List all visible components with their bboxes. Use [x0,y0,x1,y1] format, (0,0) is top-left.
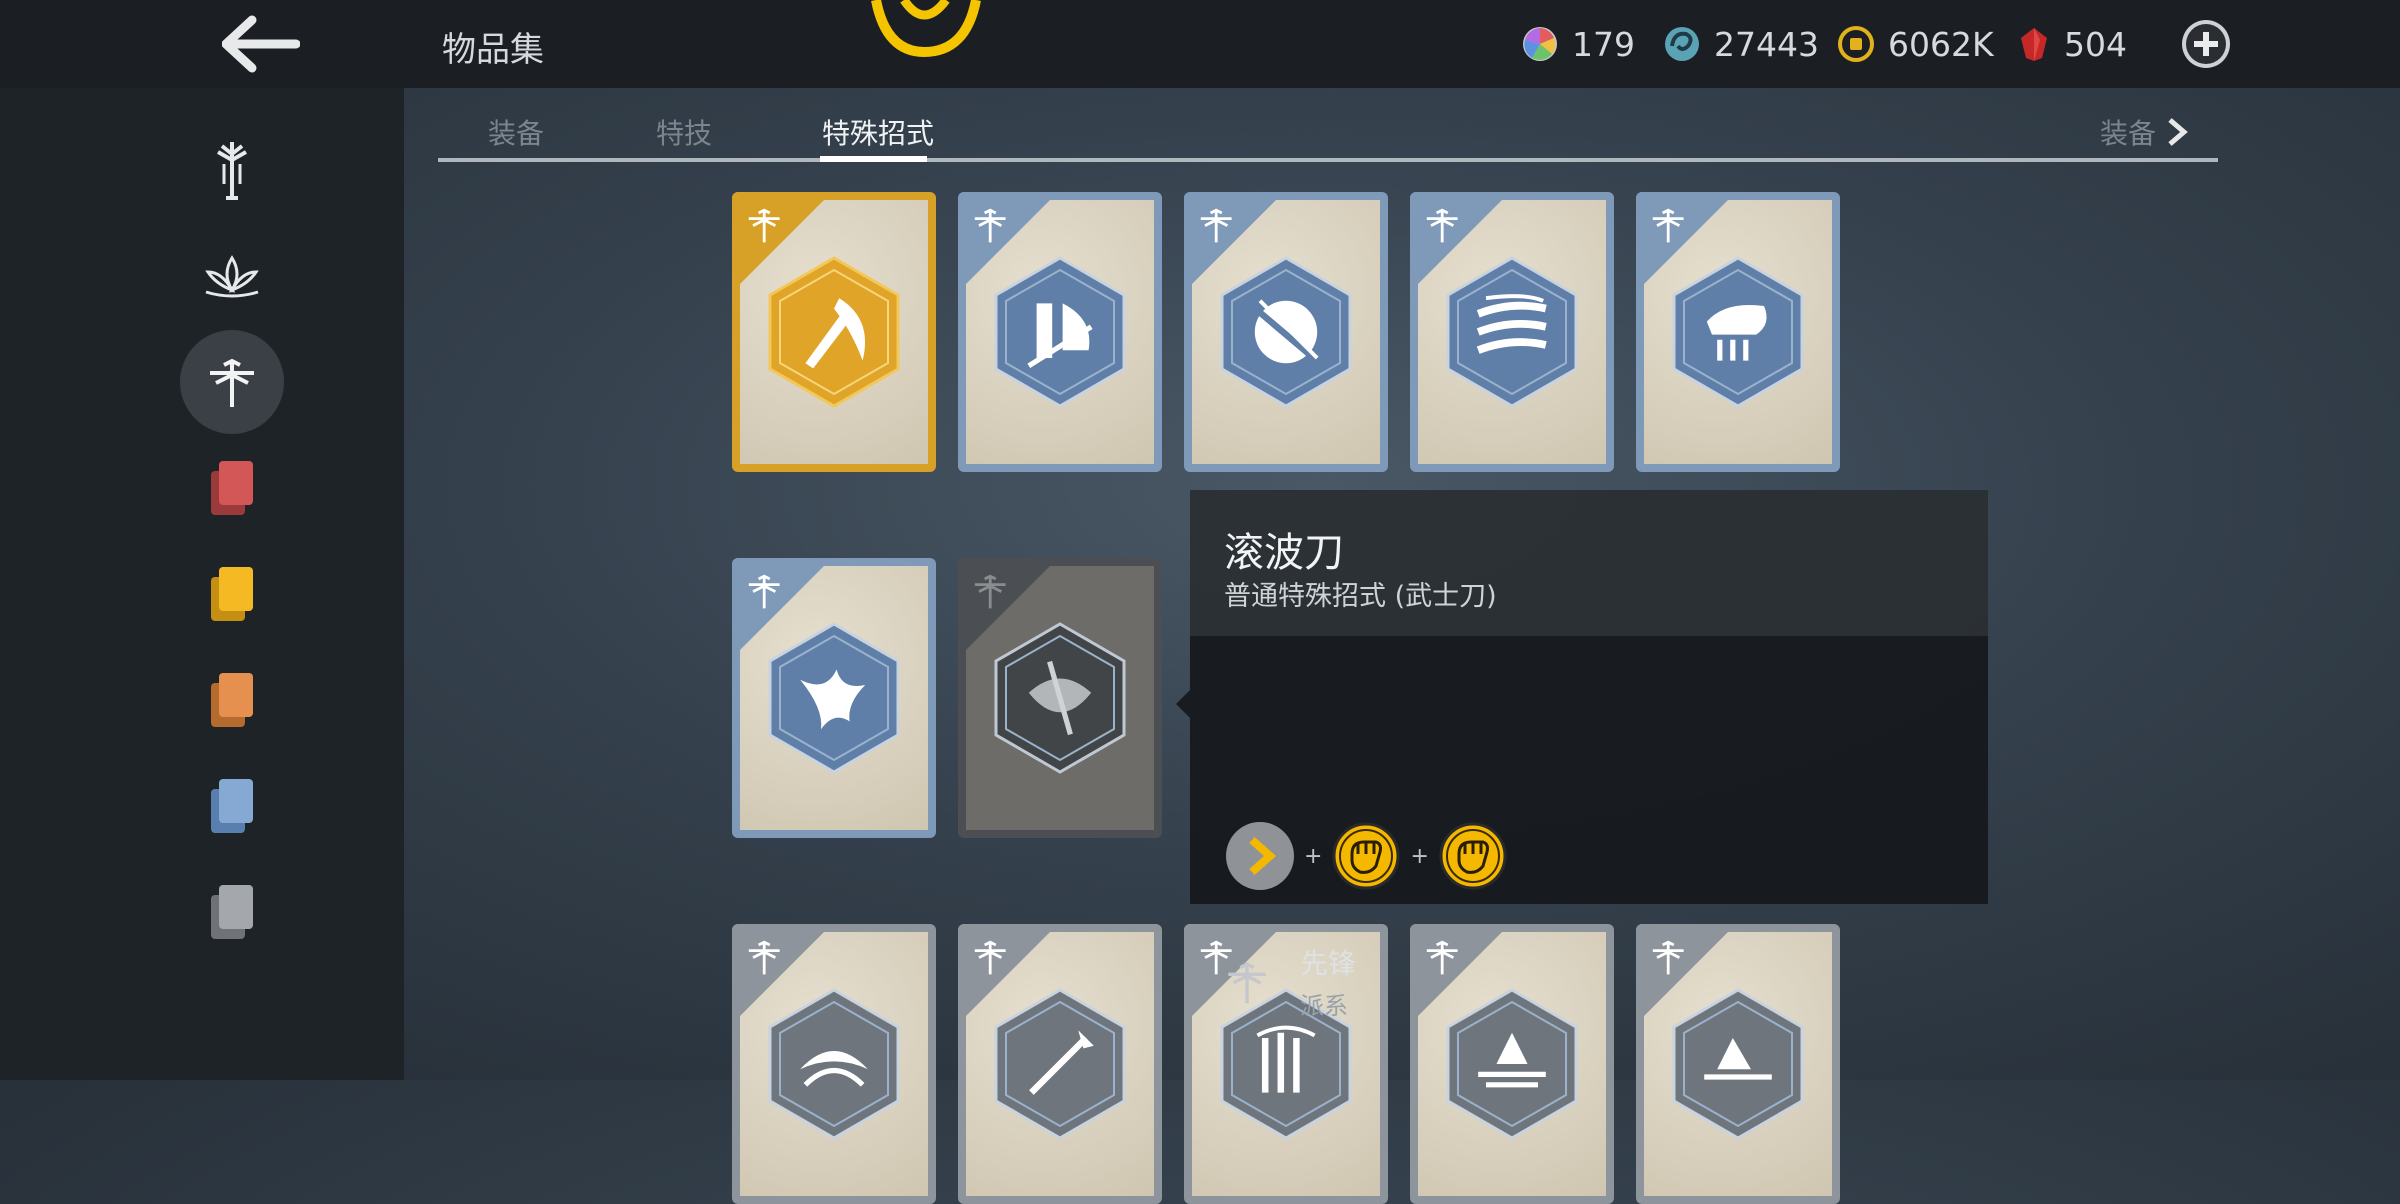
move-name: 滚波刀 [1224,530,1344,576]
move-card[interactable] [1410,924,1614,1204]
blade-wall-icon [994,256,1126,408]
sidebar-item-yellow-cards[interactable] [180,542,284,646]
move-card[interactable] [958,192,1162,472]
currency-coin-value: 6062K [1888,24,1994,64]
sidebar-item-orange-cards[interactable] [180,648,284,752]
crescent-icon [768,988,900,1140]
sidebar-item-blue-cards[interactable] [180,754,284,858]
swirl-orb-icon [1665,27,1699,61]
add-currency-button[interactable] [2178,16,2234,72]
sword-emblem-icon [217,142,247,200]
faction-type: 派系 [1300,992,1348,1020]
currency-ruby: 504 [2018,20,2127,68]
sidebar-item-weapons[interactable] [180,118,284,222]
tab-next-equipment[interactable]: 装备 [2100,112,2190,152]
currency-coin: 6062K [1838,20,1994,68]
thrust-icon [1672,988,1804,1140]
move-subtitle: 普通特殊招式 (武士刀) [1224,581,1497,612]
sidebar [0,88,404,1080]
move-card[interactable] [958,924,1162,1204]
currency-prism: 179 [1522,20,1635,68]
direction-icon [1226,822,1294,890]
move-card[interactable] [732,558,936,838]
currency-prism-value: 179 [1572,24,1635,64]
katana-slash-icon [768,256,900,408]
move-card[interactable] [958,558,1162,838]
coin-icon [1838,26,1874,62]
tab-special-moves[interactable]: 特殊招式 [822,112,934,152]
faction-info: 先锋 派系 [1224,942,1356,1021]
currency-swirl: 27443 [1664,20,1819,68]
back-arrow-icon[interactable] [221,14,301,74]
grey-cards-icon [211,885,253,939]
blue-cards-icon [211,779,253,833]
currency-ruby-value: 504 [2064,24,2127,64]
sidebar-item-techniques[interactable] [180,330,284,434]
move-card[interactable] [1184,192,1388,472]
ruby-icon [2021,28,2047,61]
swallow-icon [768,622,900,774]
tab-active-indicator [820,156,927,162]
tab-skills[interactable]: 特技 [656,112,712,152]
move-card[interactable] [732,192,936,472]
move-card[interactable] [1410,192,1614,472]
tab-divider [438,158,2218,162]
move-detail-popup: 滚波刀 普通特殊招式 (武士刀) + + 先锋 派系 [1176,490,1988,1020]
heavy-attack-icon [1332,822,1400,890]
sidebar-item-grey-cards[interactable] [180,860,284,964]
chevron-right-icon [2168,118,2188,146]
combo-plus: + [1304,843,1323,869]
move-card[interactable] [732,924,936,1204]
yellow-cards-icon [211,567,253,621]
category-tabs: 装备 特技 特殊招式 装备 [438,96,2218,166]
sidebar-item-red-cards[interactable] [180,436,284,540]
rainbow-orb-icon [1523,27,1557,61]
plus-icon [2182,20,2230,68]
lotus-icon [205,255,259,298]
orange-cards-icon [211,673,253,727]
dragonfly-icon [210,358,254,407]
clan-emblem-icon [866,0,986,60]
horn-strike-icon [1672,256,1804,408]
currency-swirl-value: 27443 [1714,24,1819,64]
red-cards-icon [211,461,253,515]
combo-plus: + [1410,843,1429,869]
popup-pointer [1176,690,1190,718]
move-card[interactable] [1636,924,1840,1204]
sidebar-item-lotus[interactable] [180,224,284,328]
spinning-slash-icon [1220,256,1352,408]
faction-name: 先锋 [1300,947,1357,980]
spear-icon [994,988,1126,1140]
move-combo: + + [1224,820,1509,892]
popup-body: + + 先锋 派系 [1190,636,1988,1020]
heavy-attack-icon [1439,822,1507,890]
tab-next-label: 装备 [2099,117,2156,150]
move-card[interactable] [1636,192,1840,472]
axe-icon [994,622,1126,774]
tab-equipment[interactable]: 装备 [488,112,544,152]
ground-slash-icon [1446,988,1578,1140]
triple-slash-icon [1446,256,1578,408]
top-bar: 物品集 179 27443 6062K 504 [0,0,2400,88]
page-title: 物品集 [442,30,544,70]
dragonfly-icon [1228,961,1266,1003]
popup-header: 滚波刀 普通特殊招式 (武士刀) [1190,490,1988,636]
